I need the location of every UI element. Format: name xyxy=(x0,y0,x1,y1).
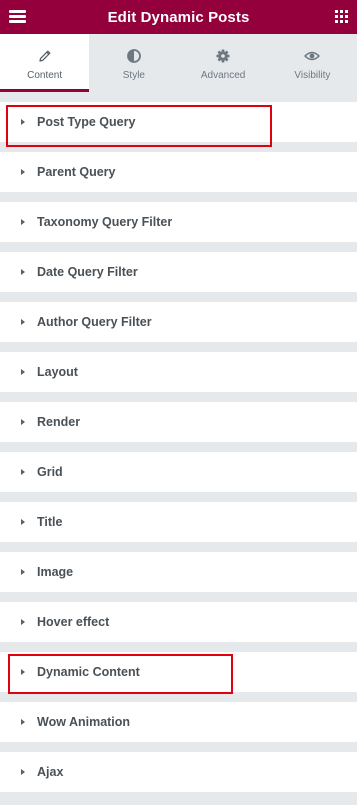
section-image[interactable]: Image xyxy=(0,552,357,592)
caret-right-icon xyxy=(21,119,25,125)
section-label: Grid xyxy=(37,465,63,479)
hamburger-menu-icon[interactable] xyxy=(9,10,26,23)
section-ajax[interactable]: Ajax xyxy=(0,752,357,792)
section-label: Render xyxy=(37,415,81,429)
section-hover-effect[interactable]: Hover effect xyxy=(0,602,357,642)
caret-right-icon xyxy=(21,369,25,375)
section-taxonomy-query-filter[interactable]: Taxonomy Query Filter xyxy=(0,202,357,242)
caret-right-icon xyxy=(21,569,25,575)
section-label: Image xyxy=(37,565,74,579)
section-label: Taxonomy Query Filter xyxy=(37,215,173,229)
caret-right-icon xyxy=(21,519,25,525)
caret-right-icon xyxy=(21,169,25,175)
section-label: Title xyxy=(37,515,63,529)
section-title[interactable]: Title xyxy=(0,502,357,542)
section-date-query-filter[interactable]: Date Query Filter xyxy=(0,252,357,292)
caret-right-icon xyxy=(21,219,25,225)
panel-tabs: Content Style Advanced Visibility xyxy=(0,34,357,92)
grid-apps-icon[interactable] xyxy=(335,10,348,23)
caret-right-icon xyxy=(21,719,25,725)
section-list: Post Type Query Parent Query Taxonomy Qu… xyxy=(0,102,357,802)
editor-header: Edit Dynamic Posts xyxy=(0,0,357,34)
pencil-icon xyxy=(38,50,51,62)
section-label: Hover effect xyxy=(37,615,110,629)
caret-right-icon xyxy=(21,669,25,675)
section-label: Parent Query xyxy=(37,165,116,179)
tab-label: Advanced xyxy=(200,70,246,81)
tab-label: Content xyxy=(27,70,63,81)
section-label: Author Query Filter xyxy=(37,315,152,329)
tab-content[interactable]: Content xyxy=(0,34,90,92)
eye-icon xyxy=(304,51,321,61)
section-label: Date Query Filter xyxy=(37,265,138,279)
caret-right-icon xyxy=(21,619,25,625)
caret-right-icon xyxy=(21,469,25,475)
section-dynamic-content[interactable]: Dynamic Content xyxy=(0,652,357,692)
caret-right-icon xyxy=(21,769,25,775)
caret-right-icon xyxy=(21,419,25,425)
tab-advanced[interactable]: Advanced xyxy=(178,34,268,92)
tab-label: Visibility xyxy=(294,70,331,81)
tab-style[interactable]: Style xyxy=(89,34,179,92)
section-render[interactable]: Render xyxy=(0,402,357,442)
caret-right-icon xyxy=(21,269,25,275)
section-author-query-filter[interactable]: Author Query Filter xyxy=(0,302,357,342)
section-label: Dynamic Content xyxy=(37,665,140,679)
half-circle-icon xyxy=(126,49,141,63)
section-label: Post Type Query xyxy=(37,115,136,129)
panel-title: Edit Dynamic Posts xyxy=(107,8,250,26)
section-label: Ajax xyxy=(37,765,64,779)
section-post-type-query[interactable]: Post Type Query xyxy=(0,102,357,142)
section-label: Layout xyxy=(37,365,78,379)
section-layout[interactable]: Layout xyxy=(0,352,357,392)
section-wow-animation[interactable]: Wow Animation xyxy=(0,702,357,742)
section-label: Wow Animation xyxy=(37,715,131,729)
gear-icon xyxy=(216,49,230,63)
caret-right-icon xyxy=(21,319,25,325)
tab-visibility[interactable]: Visibility xyxy=(267,34,357,92)
section-grid[interactable]: Grid xyxy=(0,452,357,492)
tab-label: Style xyxy=(122,70,145,81)
section-parent-query[interactable]: Parent Query xyxy=(0,152,357,192)
